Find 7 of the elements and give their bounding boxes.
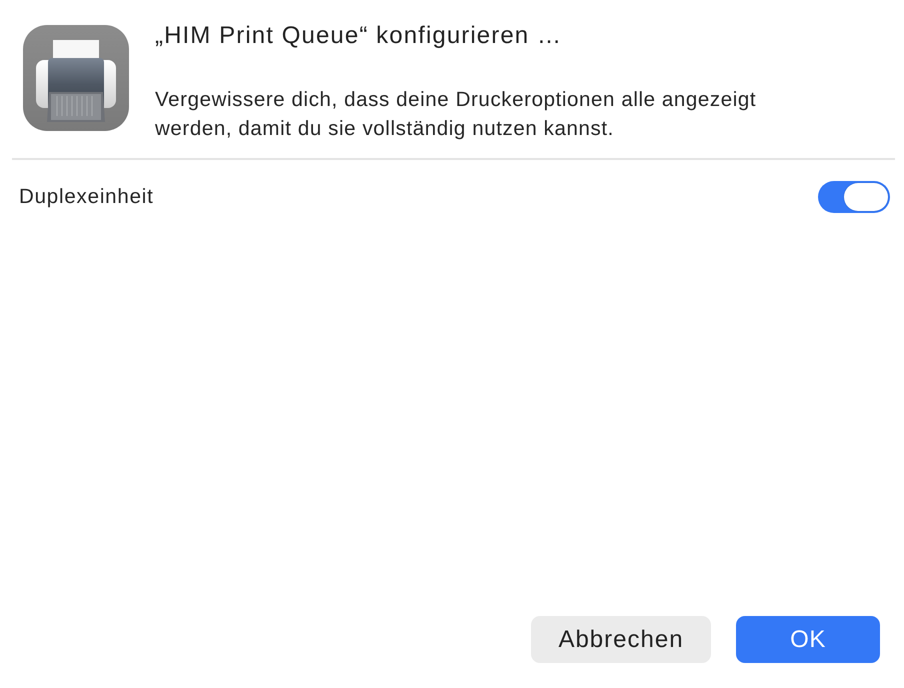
dialog-title: „HIM Print Queue“ konfigurieren …: [155, 22, 564, 50]
cancel-button[interactable]: Abbrechen: [531, 616, 711, 663]
option-label: Duplexeinheit: [19, 185, 154, 209]
toggle-switch[interactable]: [818, 181, 890, 213]
ok-button[interactable]: OK: [736, 616, 880, 663]
printer-icon: [22, 24, 130, 132]
dialog-message: Vergewissere dich, dass deine Druckeroptionen alle angezeigt werden, damit du sie vollständig nutzen kannst.: [155, 87, 758, 142]
